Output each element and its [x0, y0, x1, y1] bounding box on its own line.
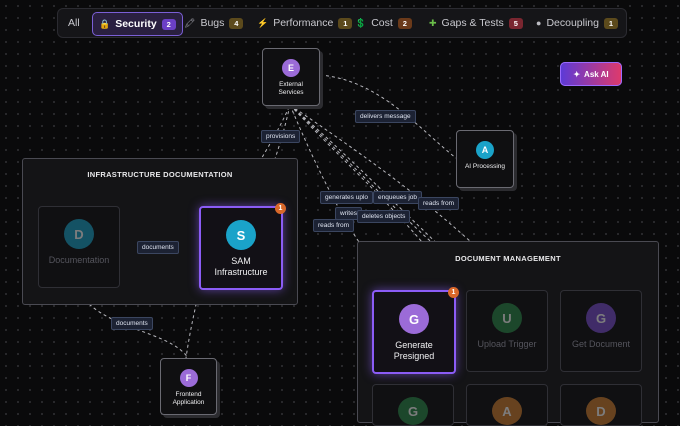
tab-label: Bugs [200, 17, 225, 29]
node-avatar: G [398, 397, 428, 425]
tab-label: Security [115, 18, 157, 30]
node-label: AI Processing [464, 163, 506, 170]
tab-cost[interactable]: 💲 Cost 2 [355, 12, 412, 34]
node-avatar: A [476, 141, 494, 159]
node-avatar: U [492, 303, 522, 333]
edge-label: reads from [313, 219, 355, 232]
node-label: Documentation [48, 255, 110, 265]
tab-label: Gaps & Tests [441, 17, 504, 29]
node-label: SAM Infrastructure [214, 256, 268, 277]
edge-label: provisions [261, 130, 301, 143]
category-tab-bar: All 🔒 Security 2 🖍 Bugs 4 ⚡ Performance … [57, 8, 627, 38]
count-badge: 1 [603, 17, 618, 29]
bolt-icon: ⚡ [257, 17, 269, 28]
node-label: Frontend Application [172, 391, 205, 406]
tab-gaps-tests[interactable]: ✚ Gaps & Tests 5 [429, 12, 523, 34]
edge-label: deletes objects [357, 210, 411, 223]
node-bottom-3[interactable]: D [560, 384, 642, 426]
node-avatar: D [64, 219, 94, 249]
tab-security[interactable]: 🔒 Security 2 [92, 12, 183, 36]
tab-label: Cost [371, 17, 393, 29]
node-label: Upload Trigger [477, 339, 537, 349]
node-upload-trigger[interactable]: U Upload Trigger [466, 290, 548, 372]
node-documentation[interactable]: D Documentation [38, 206, 120, 288]
edge-label: generates uplo [320, 191, 374, 204]
node-ai-processing[interactable]: A AI Processing [456, 130, 514, 188]
node-bottom-1[interactable]: G [372, 384, 454, 426]
count-badge: 2 [397, 17, 412, 29]
tab-all[interactable]: All [68, 12, 80, 34]
node-label: Get Document [571, 339, 631, 349]
tab-decoupling[interactable]: ● Decoupling 1 [536, 12, 618, 34]
node-frontend-application[interactable]: F Frontend Application [160, 358, 217, 415]
ask-ai-label: Ask AI [584, 69, 609, 79]
dollar-icon: 💲 [355, 17, 367, 28]
node-avatar: S [226, 220, 256, 250]
node-avatar: F [179, 369, 198, 387]
node-get-document[interactable]: G Get Document [560, 290, 642, 372]
group-title: DOCUMENT MANAGEMENT [455, 254, 561, 263]
node-avatar: D [586, 397, 616, 425]
node-avatar: G [586, 303, 616, 333]
count-badge: 2 [161, 18, 176, 30]
issue-count-badge: 1 [275, 203, 286, 214]
tab-label: Decoupling [546, 17, 599, 29]
tab-bugs[interactable]: 🖍 Bugs 4 [184, 12, 244, 34]
puzzle-icon: ✚ [429, 17, 437, 28]
edge-label: documents [111, 317, 153, 330]
bug-icon: 🖍 [184, 17, 196, 28]
node-external-services[interactable]: E External Services [262, 48, 320, 106]
node-label: External Services [278, 81, 304, 96]
tab-label: Performance [273, 17, 334, 29]
node-bottom-2[interactable]: A [466, 384, 548, 426]
circle-icon: ● [536, 18, 542, 28]
issue-count-badge: 1 [448, 287, 459, 298]
count-badge: 5 [508, 17, 523, 29]
node-label: Generate Presigned [393, 340, 435, 361]
count-badge: 1 [338, 17, 353, 29]
group-title: INFRASTRUCTURE DOCUMENTATION [87, 170, 233, 179]
tab-performance[interactable]: ⚡ Performance 1 [257, 12, 353, 34]
ask-ai-button[interactable]: ✦ Ask AI [560, 62, 622, 86]
node-generate-presigned[interactable]: G Generate Presigned 1 [372, 287, 459, 374]
edge-label: documents [137, 241, 179, 254]
count-badge: 4 [229, 17, 244, 29]
node-avatar: G [399, 304, 429, 334]
edge-label: enqueues job [373, 191, 423, 204]
sparkle-icon: ✦ [573, 69, 581, 79]
edge-label: reads from [418, 197, 460, 210]
lock-icon: 🔒 [99, 18, 111, 29]
edge-label: delivers message [355, 110, 416, 123]
node-avatar: A [492, 397, 522, 425]
tab-label: All [68, 17, 80, 29]
node-sam-infrastructure[interactable]: S SAM Infrastructure 1 [199, 203, 286, 290]
node-avatar: E [282, 59, 300, 77]
